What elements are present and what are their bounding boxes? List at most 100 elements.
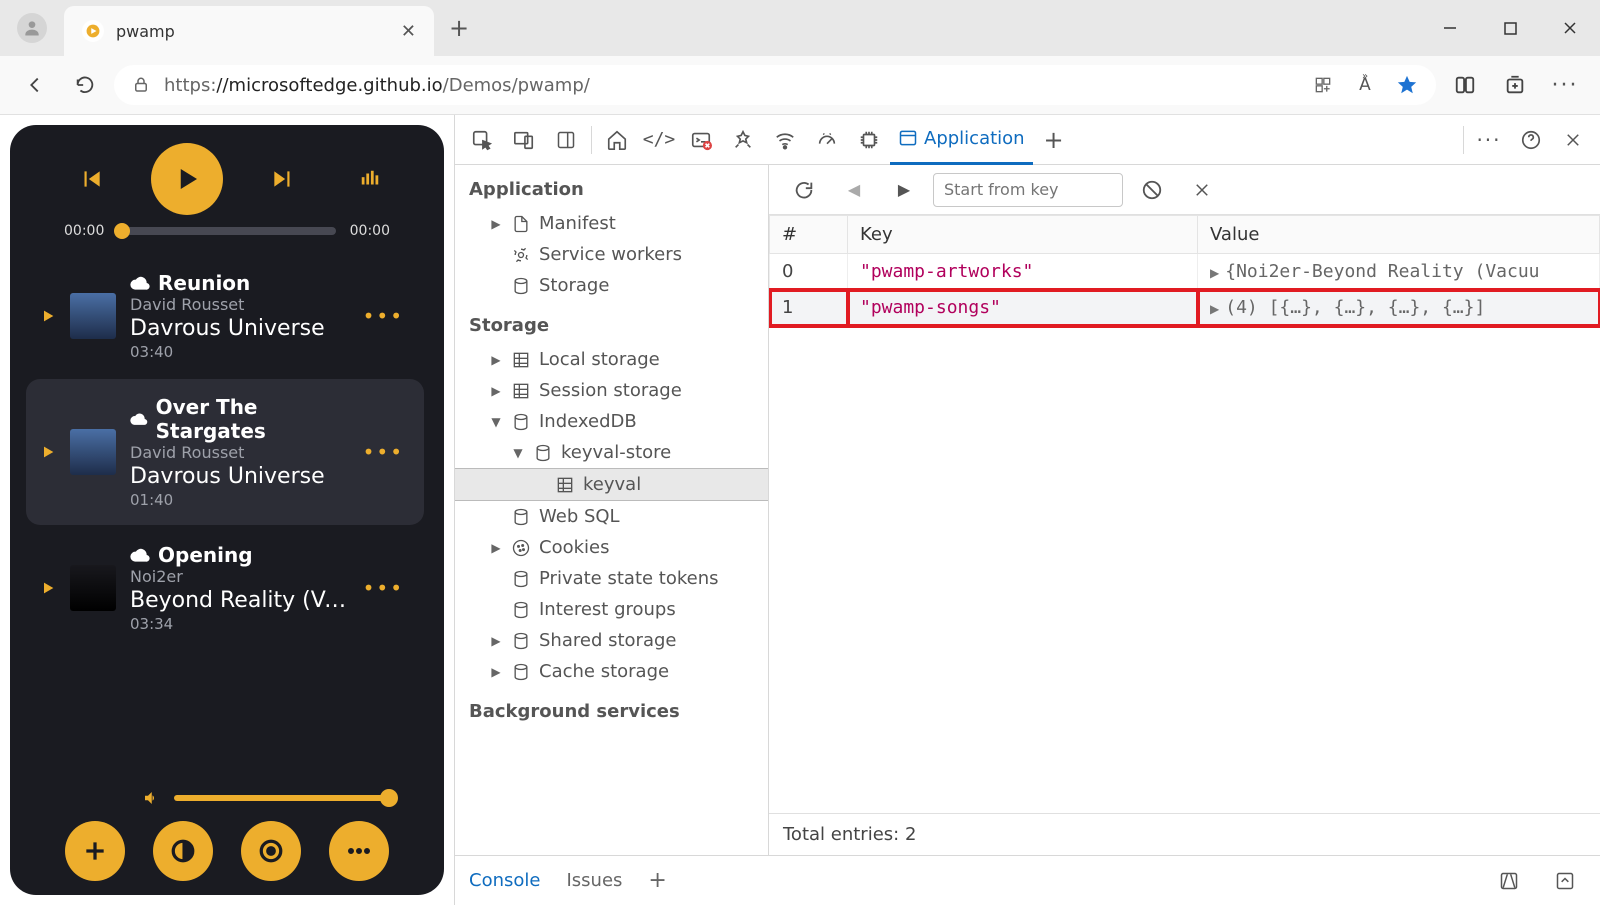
- status-bar: Total entries: 2: [769, 813, 1600, 855]
- tree-storage[interactable]: Storage: [455, 270, 768, 301]
- next-track-button[interactable]: [259, 155, 307, 203]
- storage-table: # Key Value 0 "pwamp-artworks" ▶{Noi2er-…: [769, 215, 1600, 326]
- next-page-button[interactable]: ▶: [883, 169, 925, 211]
- record-button[interactable]: [241, 821, 301, 881]
- section-bg-services: Background services: [455, 687, 768, 730]
- sources-tab-icon[interactable]: [722, 119, 764, 161]
- browser-tab[interactable]: pwamp ✕: [64, 6, 434, 56]
- tree-session-storage[interactable]: ▶Session storage: [455, 375, 768, 406]
- prev-page-button[interactable]: ◀: [833, 169, 875, 211]
- expand-icon[interactable]: ▶: [1210, 266, 1219, 280]
- split-screen-icon[interactable]: [1444, 64, 1486, 106]
- devtools-tabs: </> Application + ···: [455, 115, 1600, 165]
- tree-manifest[interactable]: ▶Manifest: [455, 208, 768, 239]
- more-button[interactable]: [329, 821, 389, 881]
- close-window-button[interactable]: [1540, 3, 1600, 53]
- settings-more-icon[interactable]: ···: [1544, 64, 1586, 106]
- memory-tab-icon[interactable]: [848, 119, 890, 161]
- address-bar[interactable]: https://microsoftedge.github.io/Demos/pw…: [114, 65, 1436, 105]
- visualizer-button[interactable]: [353, 162, 387, 196]
- tree-interest-groups[interactable]: Interest groups: [455, 594, 768, 625]
- tree-cache-storage[interactable]: ▶Cache storage: [455, 656, 768, 687]
- inspect-icon[interactable]: [461, 119, 503, 161]
- add-button[interactable]: [65, 821, 125, 881]
- device-toggle-icon[interactable]: [503, 119, 545, 161]
- sidebar-h-scroll[interactable]: [455, 835, 768, 855]
- read-aloud-icon[interactable]: A»: [1354, 74, 1376, 96]
- play-icon: [40, 580, 56, 596]
- track-artist: David Rousset: [130, 443, 349, 462]
- progress-slider[interactable]: [118, 227, 335, 235]
- track-item[interactable]: Reunion David Rousset Davrous Universe 0…: [26, 255, 424, 377]
- devtools-more-icon[interactable]: ···: [1468, 119, 1510, 161]
- tree-local-storage[interactable]: ▶Local storage: [455, 344, 768, 375]
- track-duration: 03:40: [130, 343, 349, 361]
- tree-cookies[interactable]: ▶Cookies: [455, 532, 768, 563]
- network-tab-icon[interactable]: [764, 119, 806, 161]
- add-tab-button[interactable]: +: [1033, 119, 1075, 161]
- favorite-icon[interactable]: [1396, 74, 1418, 96]
- window-controls: [1420, 0, 1600, 56]
- tree-service-workers[interactable]: Service workers: [455, 239, 768, 270]
- col-index[interactable]: #: [770, 216, 848, 254]
- drawer-collapse-icon[interactable]: [1544, 860, 1586, 902]
- tab-title: pwamp: [116, 22, 389, 41]
- performance-tab-icon[interactable]: [806, 119, 848, 161]
- table-row[interactable]: 0 "pwamp-artworks" ▶{Noi2er-Beyond Reali…: [770, 254, 1600, 290]
- prev-track-button[interactable]: [67, 155, 115, 203]
- drawer-console-tab[interactable]: Console: [469, 870, 540, 891]
- drawer-issues-tab[interactable]: Issues: [566, 870, 622, 891]
- application-icon: [898, 128, 918, 148]
- clear-store-button[interactable]: [1131, 169, 1173, 211]
- new-tab-button[interactable]: +: [434, 0, 484, 56]
- play-button[interactable]: [151, 143, 223, 215]
- volume-slider[interactable]: [174, 795, 390, 801]
- application-tab[interactable]: Application: [890, 115, 1033, 165]
- section-application: Application: [455, 165, 768, 208]
- tree-indexeddb[interactable]: ▼IndexedDB: [455, 406, 768, 437]
- track-item[interactable]: Opening Noi2er Beyond Reality (Vac... 03…: [26, 527, 424, 649]
- track-title: Opening: [158, 543, 253, 567]
- page-content: 00:00 00:00 Reunion David Rousset Davrou…: [0, 114, 1600, 905]
- drawer-add-tab[interactable]: +: [648, 868, 666, 893]
- profile-button[interactable]: [0, 0, 64, 56]
- volume-icon: [142, 789, 160, 807]
- dock-icon[interactable]: [545, 119, 587, 161]
- cloud-icon: [130, 276, 150, 290]
- refresh-storage-button[interactable]: [783, 169, 825, 211]
- tree-keyval[interactable]: keyval: [455, 468, 768, 501]
- refresh-button[interactable]: [64, 64, 106, 106]
- section-storage: Storage: [455, 301, 768, 344]
- expand-icon[interactable]: ▶: [1210, 302, 1219, 316]
- tree-websql[interactable]: Web SQL: [455, 501, 768, 532]
- delete-entry-button[interactable]: [1181, 169, 1223, 211]
- elements-tab-icon[interactable]: </>: [638, 119, 680, 161]
- help-icon[interactable]: [1510, 119, 1552, 161]
- track-album: Davrous Universe: [130, 464, 349, 489]
- track-item[interactable]: Over The Stargates David Rousset Davrous…: [26, 379, 424, 525]
- start-from-key-input[interactable]: [933, 173, 1123, 207]
- console-tab-icon[interactable]: [680, 119, 722, 161]
- col-value[interactable]: Value: [1198, 216, 1600, 254]
- collections-icon[interactable]: [1494, 64, 1536, 106]
- back-button[interactable]: [14, 64, 56, 106]
- cloud-icon: [130, 548, 150, 562]
- track-more-button[interactable]: •••: [363, 304, 404, 328]
- track-more-button[interactable]: •••: [363, 576, 404, 600]
- extensions-icon[interactable]: [1312, 74, 1334, 96]
- close-tab-button[interactable]: ✕: [401, 21, 416, 42]
- tree-keyval-store[interactable]: ▼keyval-store: [455, 437, 768, 468]
- minimize-button[interactable]: [1420, 3, 1480, 53]
- close-devtools-button[interactable]: [1552, 119, 1594, 161]
- theme-button[interactable]: [153, 821, 213, 881]
- col-key[interactable]: Key: [848, 216, 1198, 254]
- drawer-dock-icon[interactable]: [1488, 860, 1530, 902]
- track-artist: David Rousset: [130, 295, 349, 314]
- welcome-tab-icon[interactable]: [596, 119, 638, 161]
- track-more-button[interactable]: •••: [363, 440, 404, 464]
- maximize-button[interactable]: [1480, 3, 1540, 53]
- album-art: [70, 565, 116, 611]
- table-row[interactable]: 1 "pwamp-songs" ▶(4) [{…}, {…}, {…}, {…}…: [770, 290, 1600, 326]
- tree-shared-storage[interactable]: ▶Shared storage: [455, 625, 768, 656]
- tree-private-state-tokens[interactable]: Private state tokens: [455, 563, 768, 594]
